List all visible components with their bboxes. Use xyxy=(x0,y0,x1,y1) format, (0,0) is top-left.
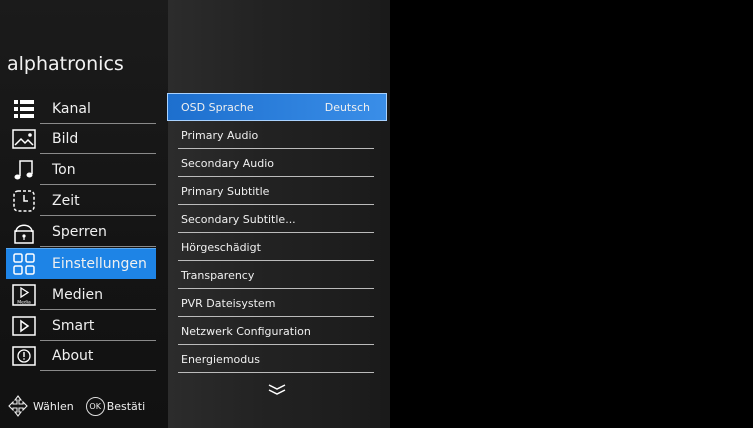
media-play-icon: Media xyxy=(12,284,36,306)
menu-item-label: Transparency xyxy=(181,268,255,282)
divider xyxy=(40,153,156,154)
ok-key-icon: OK xyxy=(85,396,105,416)
menu-item-pvr-dateisystem[interactable]: PVR Dateisystem xyxy=(168,289,388,317)
menu-item-secondary-audio[interactable]: Secondary Audio xyxy=(168,149,388,177)
menu-item-energiemodus[interactable]: Energiemodus xyxy=(168,345,388,373)
menu-item-hoergeschaedigt[interactable]: Hörgeschädigt xyxy=(168,233,388,261)
smart-play-icon xyxy=(12,315,36,337)
divider xyxy=(40,184,156,185)
menu-item-value: Deutsch xyxy=(324,100,370,114)
nav-item-label: Einstellungen xyxy=(52,256,147,272)
divider xyxy=(40,370,156,371)
confirm-hint-label: Bestäti xyxy=(106,399,146,413)
menu-item-primary-audio[interactable]: Primary Audio xyxy=(168,121,388,149)
menu-item-secondary-subtitle[interactable]: Secondary Subtitle... xyxy=(168,205,388,233)
menu-item-label: OSD Sprache xyxy=(181,100,254,114)
nav-item-label: Sperren xyxy=(52,224,107,240)
sidebar: alphatronics Kanal Bild Ton Zeit Sperren xyxy=(0,0,168,428)
menu-item-label: Netzwerk Configuration xyxy=(181,324,311,338)
navigate-hint-label: Wählen xyxy=(33,399,74,413)
settings-grid-icon xyxy=(12,253,36,275)
nav-item-label: Ton xyxy=(52,162,76,178)
nav-item-label: Smart xyxy=(52,318,95,334)
menu-item-label: PVR Dateisystem xyxy=(181,296,276,310)
picture-icon xyxy=(12,128,36,150)
nav-item-sperren[interactable]: Sperren xyxy=(6,217,156,247)
clock-icon xyxy=(12,190,36,212)
menu-item-label: Primary Audio xyxy=(181,128,259,142)
key-hints: Wählen OK Bestäti xyxy=(8,395,145,417)
nav-item-label: Medien xyxy=(52,287,103,303)
divider xyxy=(40,246,156,247)
divider xyxy=(40,309,156,310)
nav-item-label: Kanal xyxy=(52,101,91,117)
nav-item-einstellungen[interactable]: Einstellungen xyxy=(6,248,156,279)
menu-item-primary-subtitle[interactable]: Primary Subtitle xyxy=(168,177,388,205)
media-icon-caption: Media xyxy=(17,300,31,306)
menu-item-label: Secondary Subtitle... xyxy=(181,212,296,226)
menu-item-label: Secondary Audio xyxy=(181,156,275,170)
divider xyxy=(178,372,374,373)
dpad-icon xyxy=(8,395,28,417)
info-icon xyxy=(12,345,36,367)
nav-item-label: Bild xyxy=(52,131,79,147)
menu-item-label: Primary Subtitle xyxy=(181,184,270,198)
menu-item-netzwerk-configuration[interactable]: Netzwerk Configuration xyxy=(168,317,388,345)
nav-item-ton[interactable]: Ton xyxy=(6,155,156,185)
divider xyxy=(40,215,156,216)
nav-item-medien[interactable]: Media Medien xyxy=(6,280,156,310)
nav-item-label: Zeit xyxy=(52,193,80,209)
nav-item-smart[interactable]: Smart xyxy=(6,311,156,341)
nav-item-label: About xyxy=(52,348,94,364)
settings-panel: OSD Sprache Deutsch Primary Audio Second… xyxy=(167,0,390,428)
menu-item-label: Energiemodus xyxy=(181,352,260,366)
nav-item-kanal[interactable]: Kanal xyxy=(6,94,156,124)
nav-item-bild[interactable]: Bild xyxy=(6,124,156,154)
menu-item-transparency[interactable]: Transparency xyxy=(168,261,388,289)
channel-list-icon xyxy=(12,98,36,120)
menu-item-label: Hörgeschädigt xyxy=(181,240,261,254)
scroll-down-chevron-icon[interactable] xyxy=(268,381,286,400)
nav-item-zeit[interactable]: Zeit xyxy=(6,186,156,216)
nav-item-about[interactable]: About xyxy=(6,341,156,371)
music-note-icon xyxy=(12,159,36,181)
brand-logo: alphatronics xyxy=(7,53,124,75)
menu-item-osd-sprache[interactable]: OSD Sprache Deutsch xyxy=(167,93,387,121)
lock-icon xyxy=(12,221,36,244)
